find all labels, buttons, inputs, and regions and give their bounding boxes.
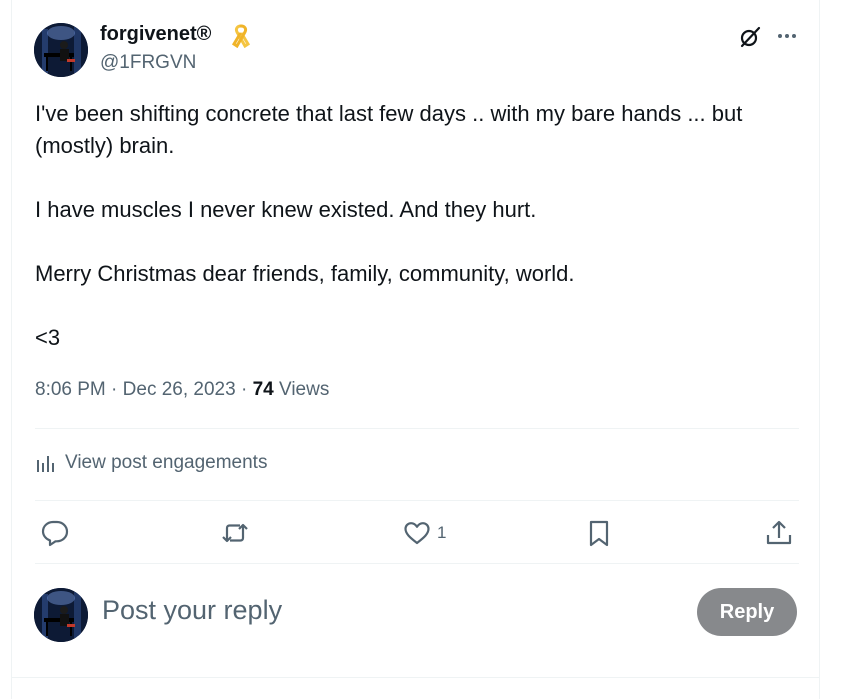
grok-icon[interactable]	[738, 25, 762, 49]
reply-icon	[41, 520, 69, 547]
post-text-line: Merry Christmas dear friends, family, co…	[35, 261, 575, 286]
post-text-line: <3	[35, 325, 61, 350]
post-text-line: I've been shifting concrete that last fe…	[35, 101, 743, 158]
repost-icon	[222, 523, 248, 543]
user-avatar[interactable]	[34, 588, 88, 642]
author-display-name[interactable]: forgivenet®	[100, 23, 211, 46]
reply-input[interactable]: Post your reply	[102, 595, 282, 626]
meta-separator: ·	[240, 379, 248, 400]
share-button[interactable]	[764, 516, 794, 550]
divider	[12, 677, 819, 678]
like-count: 1	[437, 523, 447, 542]
divider	[35, 428, 799, 429]
bookmark-icon	[589, 520, 609, 547]
heart-icon	[404, 522, 430, 545]
views-count: 74	[252, 379, 274, 400]
yellow-ribbon-icon	[231, 24, 251, 49]
divider	[35, 500, 799, 501]
post-text-line: I have muscles I never knew existed. And…	[35, 197, 537, 222]
post-text: I've been shifting concrete that last fe…	[35, 98, 805, 354]
bookmark-button[interactable]	[584, 516, 614, 550]
view-engagements-label: View post engagements	[65, 452, 268, 473]
repost-button[interactable]	[220, 516, 250, 550]
post-meta: 8:06 PM · Dec 26, 2023 · 74 Views	[35, 379, 329, 401]
meta-separator: ·	[111, 379, 118, 400]
view-engagements-link[interactable]: View post engagements	[35, 452, 267, 474]
share-icon	[766, 520, 792, 545]
post-time[interactable]: 8:06 PM	[35, 379, 106, 400]
reply-submit-button[interactable]: Reply	[697, 588, 797, 636]
author-handle[interactable]: @1FRGVN	[100, 52, 196, 74]
author-avatar[interactable]	[34, 23, 88, 77]
post-date[interactable]: Dec 26, 2023	[123, 379, 236, 400]
divider	[35, 563, 799, 564]
like-button[interactable]: 1	[402, 516, 446, 550]
more-icon[interactable]	[775, 24, 799, 48]
reply-button[interactable]	[40, 516, 70, 550]
bar-chart-icon	[37, 456, 54, 472]
views-label: Views	[279, 379, 330, 400]
